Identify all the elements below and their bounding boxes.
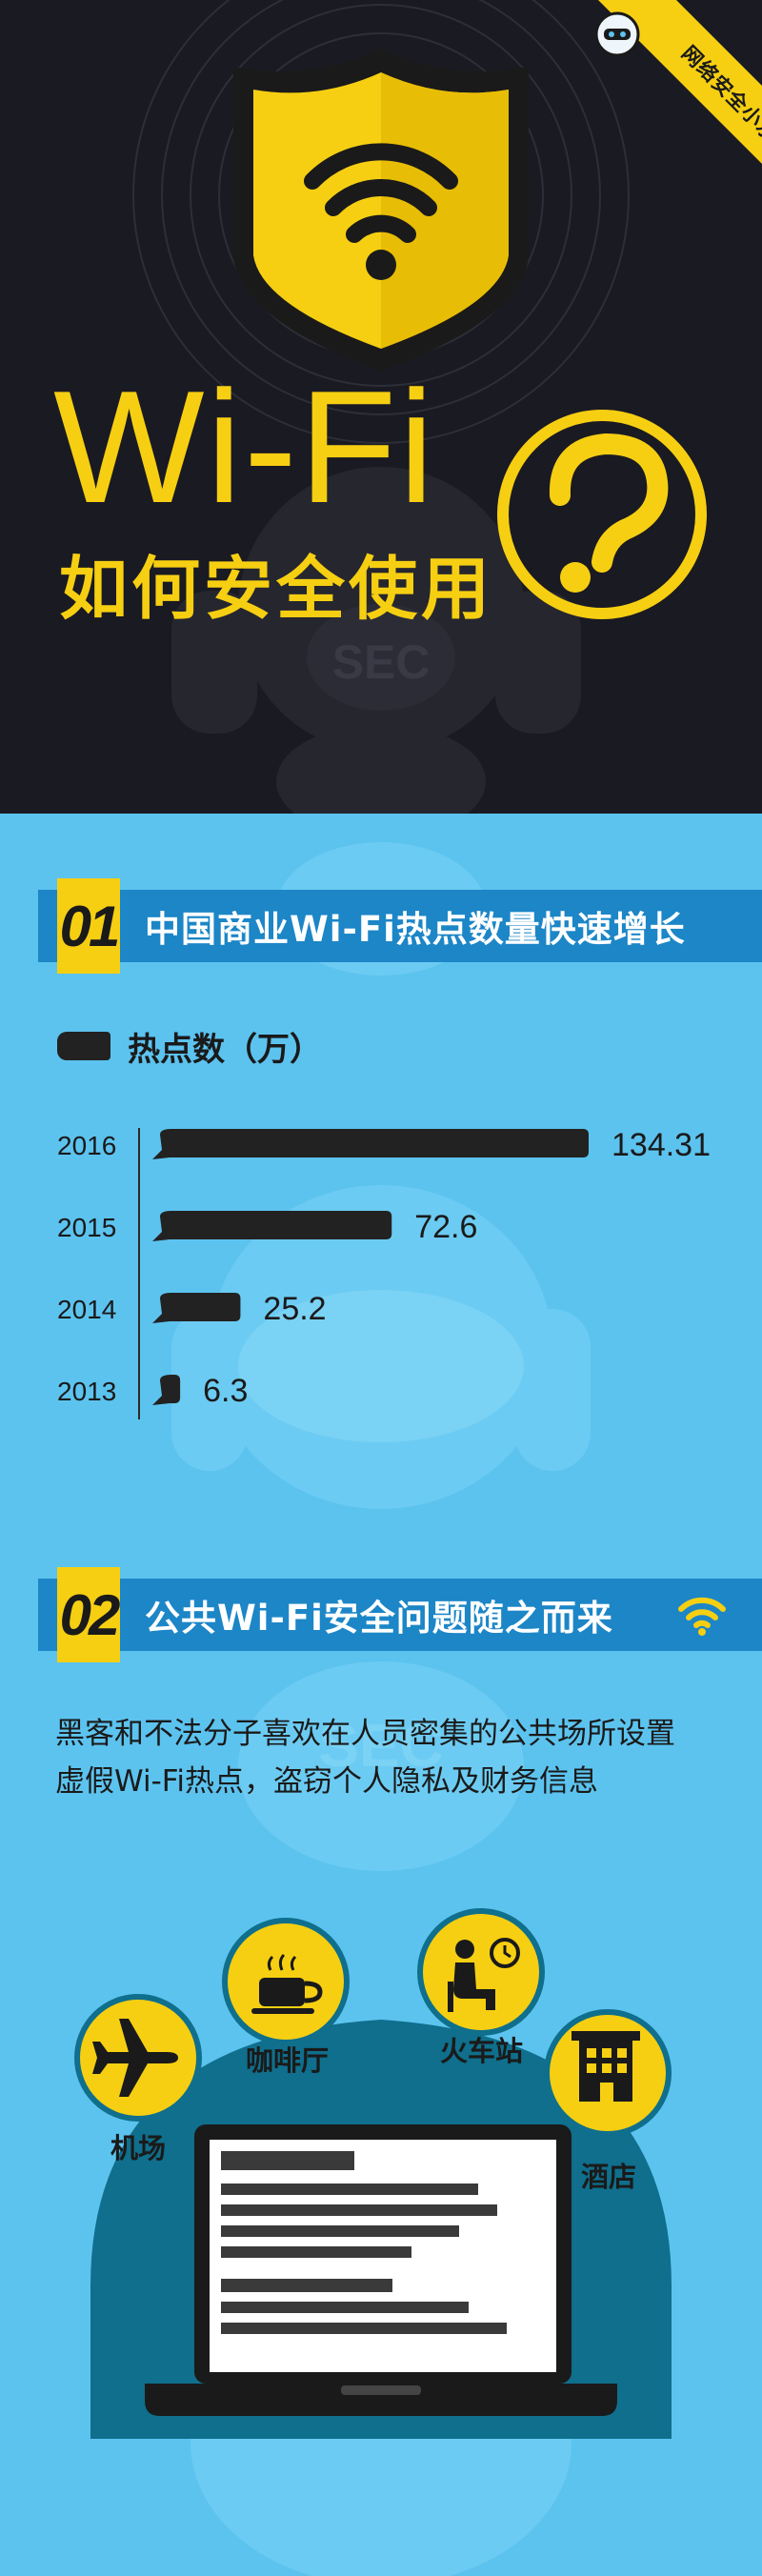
section-2-title: 公共Wi-Fi安全问题随之而来 xyxy=(145,1598,613,1639)
ribbon-text: 网络安全小水滴 xyxy=(677,41,762,162)
place-airport xyxy=(74,1994,202,2122)
chart-legend: 热点数（万） xyxy=(57,1025,322,1069)
hotel-building-icon xyxy=(572,2031,640,2102)
category-label: 2015 xyxy=(57,1213,116,1242)
chart-bar xyxy=(152,1211,392,1241)
legend-swatch xyxy=(57,1032,110,1060)
section-2-number: 02 xyxy=(57,1567,120,1662)
hotspot-bar-chart: 2016 134.31 2015 72.6 2014 25.2 2013 6.3 xyxy=(57,1127,711,1419)
mascot-sec-text: SEC xyxy=(332,635,431,689)
place-hotel xyxy=(544,2009,672,2137)
shield-wifi-icon xyxy=(233,49,529,371)
hero-subtitle: 如何安全使用 xyxy=(59,549,494,629)
place-label-airport: 机场 xyxy=(110,2132,167,2164)
place-label-cafe: 咖啡厅 xyxy=(246,2044,330,2077)
section-1-header: 01 中国商业Wi-Fi热点数量快速增长 xyxy=(0,878,762,974)
section-1-title: 中国商业Wi-Fi热点数量快速增长 xyxy=(145,909,686,950)
chart-bar xyxy=(152,1129,589,1159)
place-train-station xyxy=(417,1908,545,2036)
laptop-icon xyxy=(145,2124,617,2416)
section-2-description: 黑客和不法分子喜欢在人员密集的公共场所设置 虚假Wi-Fi热点，盗窃个人隐私及财… xyxy=(55,1710,741,1805)
place-cafe xyxy=(222,1918,350,2045)
question-mark-icon xyxy=(497,410,707,619)
public-wifi-scene xyxy=(74,1908,672,2439)
hero-banner: SEC 网络安全小水滴 Wi-Fi 如何安全使用 xyxy=(0,0,762,814)
hero-title: Wi-Fi xyxy=(53,357,436,536)
value-label: 134.31 xyxy=(612,1127,711,1163)
value-label: 25.2 xyxy=(263,1291,326,1327)
wifi-icon xyxy=(678,1597,726,1636)
place-label-hotel: 酒店 xyxy=(581,2161,637,2193)
chart-bar xyxy=(152,1375,181,1405)
category-label: 2016 xyxy=(57,1131,116,1160)
section-1-number: 01 xyxy=(57,878,120,974)
category-label: 2014 xyxy=(57,1295,116,1324)
legend-label: 热点数（万） xyxy=(128,1030,322,1069)
value-label: 72.6 xyxy=(414,1209,477,1245)
place-label-train-station: 火车站 xyxy=(440,2035,524,2067)
section-2-header: 02 公共Wi-Fi安全问题随之而来 xyxy=(0,1567,762,1662)
chart-bar xyxy=(152,1293,241,1323)
description-line: 黑客和不法分子喜欢在人员密集的公共场所设置 xyxy=(55,1717,675,1751)
category-label: 2013 xyxy=(57,1377,116,1406)
value-label: 6.3 xyxy=(203,1373,248,1409)
mascot-logo-icon xyxy=(594,11,640,57)
description-line: 虚假Wi-Fi热点，盗窃个人隐私及财务信息 xyxy=(55,1764,598,1799)
